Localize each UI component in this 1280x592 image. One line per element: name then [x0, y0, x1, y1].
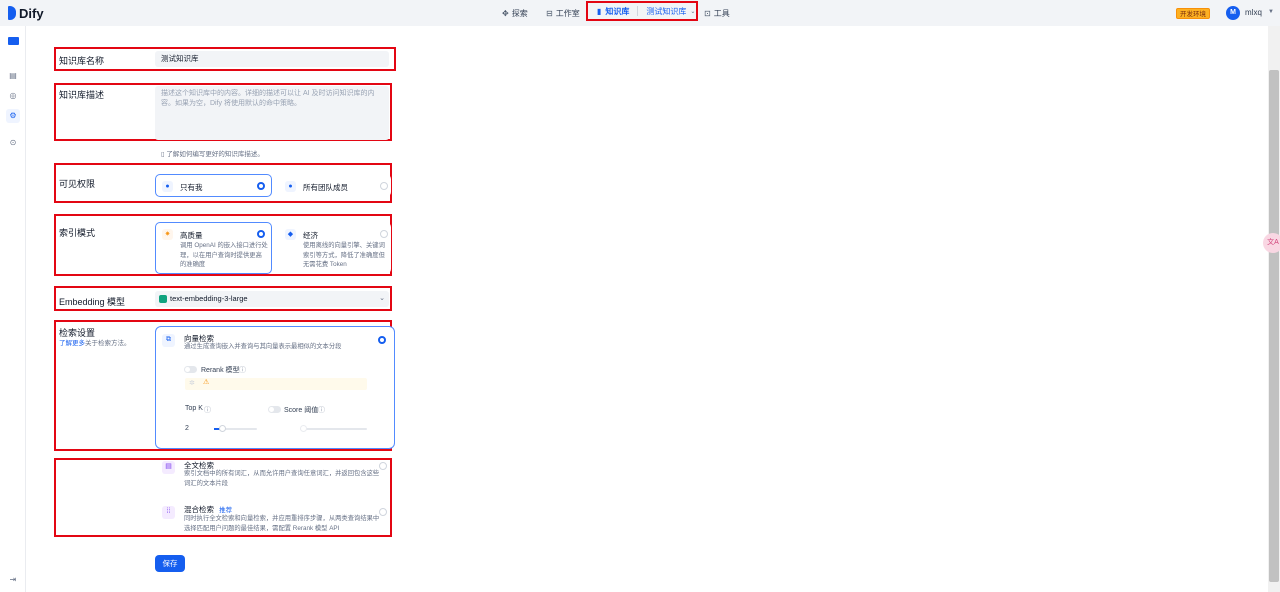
index-economy-desc: 使用离线的向量引擎、关键词索引等方式，降低了准确度但无需花费 Token — [303, 242, 385, 268]
dify-logo[interactable]: Dify — [8, 5, 44, 21]
hybrid-search-icon: ⁞⁞ — [162, 506, 175, 519]
book-icon: ▮ — [597, 6, 602, 16]
rerank-label: Rerank 模型 — [201, 367, 240, 374]
chevron-down-icon: ⌄ — [379, 295, 385, 302]
name-label: 知识库名称 — [59, 56, 105, 66]
piggy-bank-icon: ◆ — [285, 229, 296, 240]
dataset-selector[interactable]: 测试知识库 — [646, 6, 686, 17]
settings-icon[interactable]: ⚙ — [6, 109, 20, 123]
save-button[interactable]: 保存 — [155, 555, 185, 572]
description-textarea[interactable]: 描述这个知识库中的内容。详细的描述可以让 AI 及时访问知识库的内容。如果为空，… — [155, 86, 389, 140]
chevron-down-icon[interactable]: ▼ — [1268, 9, 1274, 15]
star-icon: ✷ — [162, 229, 173, 240]
document-icon[interactable]: ▤ — [6, 69, 20, 83]
retrieval-hybrid-radio[interactable] — [379, 508, 387, 516]
collapse-icon[interactable]: ⇥ — [6, 573, 20, 587]
api-icon[interactable]: ⊙ — [6, 136, 20, 150]
warning-icon: ⚠ — [203, 379, 210, 386]
permission-all-members-label: 所有团队成员 — [303, 183, 348, 192]
env-badge: 开发环境 — [1176, 8, 1210, 19]
index-high-quality-title: 高质量 — [180, 231, 203, 240]
nav-separator — [637, 6, 639, 16]
info-icon[interactable]: ⓘ — [239, 365, 246, 375]
name-input[interactable]: 测试知识库 — [155, 51, 389, 67]
topk-value[interactable]: 2 — [185, 425, 189, 432]
score-slider-handle[interactable] — [300, 425, 307, 432]
top-navbar: Dify ✥ 探索 ⊟ 工作室 ▮ 知识库 测试知识库 ⌄ ⊡ 工具 开发环境 … — [0, 0, 1280, 26]
rerank-warning-bar — [185, 378, 367, 390]
topk-label: Top K — [185, 405, 203, 412]
user-icon: ● — [162, 181, 173, 192]
nav-studio[interactable]: ⊟ 工作室 — [546, 0, 580, 26]
nav-tools-label: 工具 — [713, 8, 730, 18]
openai-icon — [159, 295, 167, 303]
info-icon[interactable]: ⓘ — [204, 405, 211, 415]
avatar[interactable]: M — [1226, 6, 1240, 20]
index-economy-radio[interactable] — [380, 230, 388, 238]
chevron-down-icon: ⌄ — [690, 8, 696, 15]
nav-explore[interactable]: ✥ 探索 — [502, 0, 528, 26]
description-hint-text: 了解如何编写更好的知识库描述。 — [166, 151, 264, 158]
team-icon: ● — [285, 181, 296, 192]
translate-float-button[interactable]: 文A — [1263, 233, 1280, 253]
embedding-model-value: text-embedding-3-large — [170, 294, 248, 303]
retrieval-vector-radio[interactable] — [378, 336, 386, 344]
nav-knowledge-active[interactable]: ▮ 知识库 测试知识库 ⌄ — [586, 1, 698, 21]
folder-icon[interactable] — [8, 37, 19, 45]
nav-studio-label: 工作室 — [555, 8, 580, 18]
retrieval-learn-more-link[interactable]: 了解更多 — [59, 340, 85, 347]
index-economy-title: 经济 — [303, 231, 318, 240]
studio-icon: ⊟ — [546, 8, 553, 18]
nav-knowledge-label: 知识库 — [605, 6, 630, 16]
embedding-model-select[interactable]: text-embedding-3-large ⌄ — [155, 291, 389, 307]
permission-only-me-radio[interactable] — [257, 182, 265, 190]
retrieval-fulltext-desc: 索引文档中的所有词汇，从而允许用户查询任意词汇，并返回包含这些词汇的文本片段 — [184, 470, 380, 487]
rerank-toggle[interactable] — [184, 366, 197, 373]
score-slider[interactable] — [300, 428, 367, 430]
vector-search-icon: ⧉ — [162, 334, 175, 347]
topk-slider-handle[interactable] — [219, 425, 226, 432]
retrieval-hybrid-desc: 同时执行全文检索和向量检索，并应用重排序步骤，从两类查询结果中选择匹配用户问题的… — [184, 515, 380, 532]
compass-icon: ✥ — [502, 8, 509, 18]
logo-mark-icon — [8, 6, 16, 20]
retrieval-vector-desc: 通过生成查询嵌入并查询与其向量表示最相似的文本分段 — [184, 343, 342, 350]
left-rail: ▤ ◎ ⚙ ⊙ ⇥ — [0, 26, 26, 592]
permission-label: 可见权限 — [59, 179, 96, 189]
logo-text: Dify — [19, 5, 44, 21]
index-economy[interactable]: ◆ 经济 使用离线的向量引擎、关键词索引等方式，降低了准确度但无需花费 Toke… — [278, 222, 391, 274]
index-high-quality-radio[interactable] — [257, 230, 265, 238]
info-icon[interactable]: ⓘ — [318, 405, 325, 415]
recommended-badge: 推荐 — [219, 507, 233, 514]
permission-only-me-label: 只有我 — [180, 183, 203, 192]
username[interactable]: mlxq — [1245, 8, 1262, 17]
index-mode-label: 索引模式 — [59, 228, 96, 238]
toolbox-icon: ⊡ — [704, 8, 711, 18]
nav-tools[interactable]: ⊡ 工具 — [704, 0, 730, 26]
retrieval-learn-more: 了解更多关于检索方法。 — [59, 337, 131, 347]
index-high-quality[interactable]: ✷ 高质量 调用 OpenAI 的嵌入接口进行处理，以在用户查询时提供更高的准确… — [155, 222, 272, 274]
retrieval-fulltext-radio[interactable] — [379, 462, 387, 470]
score-threshold-toggle[interactable] — [268, 406, 281, 413]
description-hint-link[interactable]: ▯ 了解如何编写更好的知识库描述。 — [161, 148, 264, 158]
scrollbar-thumb[interactable] — [1269, 70, 1279, 582]
permission-all-members[interactable]: ● 所有团队成员 — [278, 174, 391, 197]
target-icon[interactable]: ◎ — [6, 89, 20, 103]
description-label: 知识库描述 — [59, 90, 105, 100]
fulltext-search-icon: ▤ — [162, 461, 175, 474]
score-threshold-label: Score 阈值 — [284, 407, 319, 414]
permission-all-members-radio[interactable] — [380, 182, 388, 190]
cube-icon: ✲ — [189, 380, 195, 387]
index-high-quality-desc: 调用 OpenAI 的嵌入接口进行处理，以在用户查询时提供更高的准确度 — [180, 242, 268, 268]
retrieval-hybrid-title: 混合检索 — [184, 505, 214, 514]
nav-explore-label: 探索 — [511, 8, 528, 18]
embedding-label: Embedding 模型 — [59, 297, 126, 307]
retrieval-learn-more-suffix: 关于检索方法。 — [85, 340, 131, 347]
permission-only-me[interactable]: ● 只有我 — [155, 174, 272, 197]
